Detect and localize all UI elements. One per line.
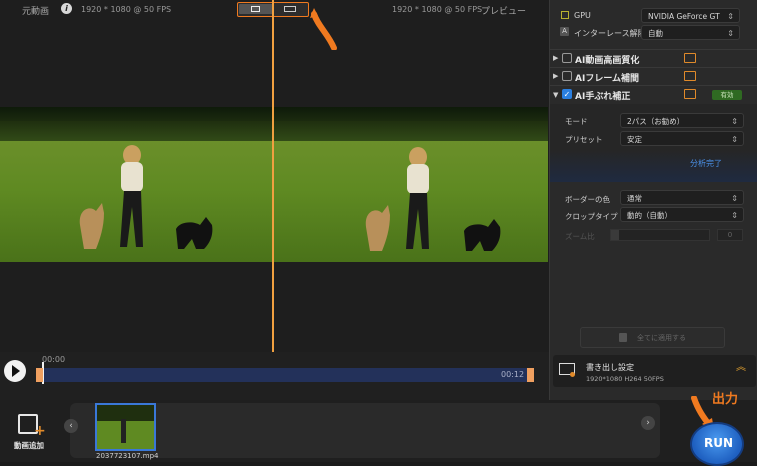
stabilization-checkbox[interactable]: ✓ [562,89,572,99]
trim-end-handle[interactable] [527,368,534,382]
export-gear-icon [570,372,575,377]
apply-all-label: 全てに適用する [637,334,686,342]
zoom-slider[interactable] [610,229,710,241]
section-ai-upscale[interactable]: ▶ AI動画高画質化 [550,49,757,68]
side-by-side-icon [284,6,296,12]
section-title: AI手ぶれ補正 [575,92,631,102]
crop-type-label: クロップタイプ [565,212,618,221]
start-time: 00:00 [42,355,66,364]
info-icon[interactable]: i [61,3,72,14]
ai-upscale-checkbox[interactable] [562,53,572,63]
mode-label: モード [565,117,588,126]
chevron-updown-icon: ⇕ [731,211,738,220]
trim-start-handle[interactable] [36,368,43,382]
bottom-bar: + 動画追加 ‹ › 2037723107.mp4 出力 RUN [0,392,757,466]
frame-interpolation-icon [684,71,696,81]
chevron-updown-icon: ⇕ [727,12,734,21]
play-icon [12,365,20,377]
chevron-updown-icon: ⇕ [731,117,738,126]
upscale-icon [684,53,696,63]
expand-up-icon[interactable]: ︽ [736,363,746,373]
camera-icon [684,89,696,99]
original-video-frame [0,107,274,262]
split-view-icon [251,6,260,12]
section-ai-frame-interpolation[interactable]: ▶ AIフレーム補間 [550,67,757,86]
section-ai-stabilization[interactable]: ▼ ✓ AI手ぶれ補正 有効 [550,85,757,104]
apply-all-button[interactable]: 全てに適用する [580,327,725,348]
video-scene [365,147,501,251]
clip-name: 2037723107.mp4 [96,452,159,460]
frame-interpolation-checkbox[interactable] [562,71,572,81]
deinterlace-select[interactable]: 自動 ⇕ [641,25,740,40]
border-color-select[interactable]: 通常 ⇕ [620,190,744,205]
export-detail: 1920*1080 H264 50FPS [586,375,664,383]
zoom-slider-handle[interactable] [611,230,619,240]
section-title: AI動画高画質化 [575,56,640,66]
add-video-label: 動画追加 [14,441,44,450]
plus-icon: + [34,423,46,439]
scroll-right-button[interactable]: › [641,416,655,430]
clip-strip [70,403,660,458]
preview-label: プレビュー [481,7,527,17]
chevron-updown-icon: ⇕ [731,194,738,203]
video-scene [79,145,213,249]
mode-select[interactable]: 2パス（お勧め） ⇕ [620,113,744,128]
preview-resolution: 1920 * 1080 @ 50 FPS [392,5,483,14]
chevron-updown-icon: ⇕ [731,135,738,144]
preset-select-value: 安定 [627,135,642,144]
analysis-status: 分析完了 [690,159,722,168]
crop-type-select-value: 動的（自動） [627,211,672,220]
enabled-badge: 有効 [712,90,742,100]
end-time: 00:12 [501,370,525,379]
preset-label: プリセット [565,135,603,144]
run-label: RUN [704,436,734,450]
deinterlace-select-value: 自動 [648,29,663,38]
annotation-arrow-icon [310,8,337,50]
expand-arrow-icon: ▶ [553,72,559,80]
run-button[interactable]: RUN [690,422,744,466]
original-resolution: 1920 * 1080 @ 50 FPS [81,5,172,14]
deinterlace-icon: A [560,27,569,36]
play-button[interactable] [4,360,26,382]
zoom-value[interactable]: 0 [717,229,743,241]
deinterlace-label: インターレース解除 [574,29,646,38]
clip-thumbnail[interactable] [95,403,156,451]
timeline-track[interactable] [36,368,534,382]
split-view-button[interactable] [239,4,273,14]
collapse-arrow-icon: ▼ [553,91,559,99]
expand-arrow-icon: ▶ [553,54,559,62]
chevron-updown-icon: ⇕ [727,29,734,38]
scroll-left-button[interactable]: ‹ [64,419,78,433]
gpu-label: GPU [574,11,591,20]
mode-select-value: 2パス（お勧め） [627,117,685,126]
stabilization-settings: モード 2パス（お勧め） ⇕ プリセット 安定 ⇕ 分析完了 [550,104,757,182]
preview-video-frame [274,107,548,262]
border-color-label: ボーダーの色 [565,195,610,204]
settings-panel: GPU NVIDIA GeForce GT 1030⇕ A インターレース解除 … [549,0,757,400]
compare-divider[interactable] [272,0,274,352]
gpu-select[interactable]: NVIDIA GeForce GT 1030⇕ [641,8,740,36]
zoom-label: ズーム比 [565,232,595,241]
original-label: 元動画 [22,7,50,17]
export-settings[interactable]: 書き出し設定 1920*1080 H264 50FPS ︽ [553,355,756,387]
side-by-side-button[interactable] [274,4,307,14]
copy-icon [619,333,627,342]
analysis-bar [550,150,757,182]
timeline: 00:00 00:12 [0,352,549,400]
section-title: AIフレーム補間 [575,74,640,84]
export-title: 書き出し設定 [586,363,634,372]
add-video-button[interactable]: + 動画追加 [12,412,48,452]
border-color-select-value: 通常 [627,194,642,203]
gpu-icon [561,11,569,19]
preset-select[interactable]: 安定 ⇕ [620,131,744,146]
crop-type-select[interactable]: 動的（自動） ⇕ [620,207,744,222]
preview-area: 元動画 i 1920 * 1080 @ 50 FPS 1920 * 1080 @… [0,0,549,352]
